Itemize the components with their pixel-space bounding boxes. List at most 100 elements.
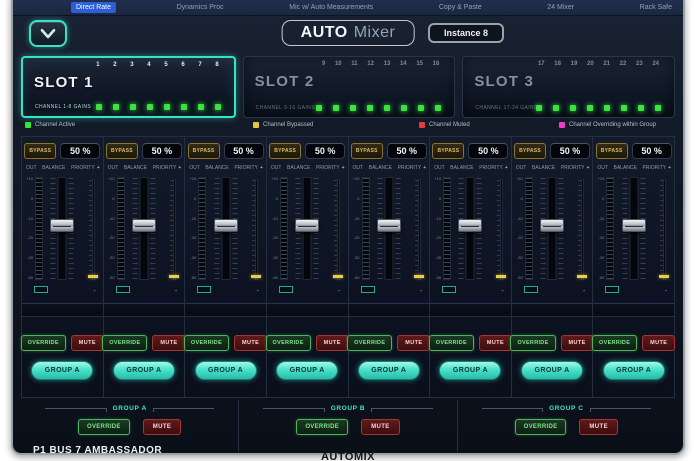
instance-button[interactable]: Instance 8 — [428, 23, 504, 43]
group-mute-button[interactable]: MUTE — [361, 419, 400, 435]
bypass-button[interactable]: BYPASS — [24, 143, 56, 159]
meter-scale-label: -10 — [594, 217, 604, 221]
slot-panel[interactable]: 17 18 19 20 21 22 23 24 SLOT 3 CHANNEL 1… — [462, 56, 675, 118]
priority-slider-handle[interactable] — [414, 275, 424, 278]
priority-slider-handle[interactable] — [88, 275, 98, 278]
fader-area: +10 0 -10 -20 -30 -50 - — [349, 174, 430, 294]
priority-slider-track[interactable] — [255, 179, 258, 280]
out-level-meter — [35, 177, 43, 280]
top-menu-bar: Direct Rate Dynamics Proc Mic w/ Auto Me… — [13, 0, 683, 16]
bypass-button[interactable]: BYPASS — [432, 143, 464, 159]
priority-slider-track[interactable] — [581, 179, 584, 280]
collapse-button[interactable] — [29, 20, 67, 47]
meter-scale-label: +10 — [268, 177, 278, 181]
gain-value-display[interactable]: 50 % — [142, 143, 182, 159]
override-button[interactable]: OVERRIDE — [21, 335, 66, 351]
gain-value-display[interactable]: 50 % — [550, 143, 590, 159]
priority-slider-track[interactable] — [418, 179, 421, 280]
group-assign-button[interactable]: GROUP A — [439, 361, 501, 380]
legend-label: Channel Bypassed — [263, 122, 313, 128]
out-level-meter — [198, 177, 206, 280]
menu-item[interactable]: 24 Mixer — [542, 2, 579, 13]
priority-slider-track[interactable] — [173, 179, 176, 280]
mute-button[interactable]: MUTE — [316, 335, 349, 351]
group-assign-button[interactable]: GROUP A — [31, 361, 93, 380]
mute-button[interactable]: MUTE — [479, 335, 512, 351]
group-assign-button[interactable]: GROUP A — [358, 361, 420, 380]
mute-button[interactable]: MUTE — [152, 335, 185, 351]
group-buttons-row: OVERRIDE MUTE — [239, 419, 456, 435]
priority-slider-handle[interactable] — [659, 275, 669, 278]
bypass-button[interactable]: BYPASS — [514, 143, 546, 159]
mute-button[interactable]: MUTE — [561, 335, 594, 351]
menu-item[interactable]: Mic w/ Auto Measurements — [284, 2, 378, 13]
balance-fader-handle[interactable] — [50, 219, 74, 232]
legend-color-swatch — [25, 122, 31, 128]
channel-led — [350, 105, 356, 111]
slot-panel[interactable]: 9 10 11 12 13 14 15 16 SLOT 2 CHANNEL 9-… — [243, 56, 456, 118]
meter-readout — [116, 286, 130, 293]
balance-fader-handle[interactable] — [540, 219, 564, 232]
gain-value-display[interactable]: 50 % — [468, 143, 508, 159]
slot-panel[interactable]: 1 2 3 4 5 6 7 8 SLOT 1 CHANNEL 1-8 GAINS — [21, 56, 236, 118]
override-button[interactable]: OVERRIDE — [510, 335, 555, 351]
menu-item[interactable]: Copy & Paste — [434, 2, 487, 13]
channel-led — [418, 105, 424, 111]
balance-fader-handle[interactable] — [132, 219, 156, 232]
override-mute-row: OVERRIDE MUTE — [22, 335, 103, 351]
gain-value-display[interactable]: 50 % — [632, 143, 672, 159]
priority-slider-handle[interactable] — [333, 275, 343, 278]
bypass-button[interactable]: BYPASS — [106, 143, 138, 159]
balance-fader-handle[interactable] — [214, 219, 238, 232]
app-title-light: Mixer — [354, 24, 396, 42]
bypass-button[interactable]: BYPASS — [351, 143, 383, 159]
bypass-button[interactable]: BYPASS — [596, 143, 628, 159]
gain-value-display[interactable]: 50 % — [224, 143, 264, 159]
override-button[interactable]: OVERRIDE — [592, 335, 637, 351]
priority-slider-handle[interactable] — [577, 275, 587, 278]
group-assign-button[interactable]: GROUP A — [276, 361, 338, 380]
override-button[interactable]: OVERRIDE — [266, 335, 311, 351]
priority-label-wrap: PRIORITY + — [479, 165, 508, 171]
balance-label: BALANCE — [532, 165, 555, 171]
mute-button[interactable]: MUTE — [234, 335, 267, 351]
mute-button[interactable]: MUTE — [642, 335, 675, 351]
balance-label: BALANCE — [450, 165, 473, 171]
mute-button[interactable]: MUTE — [71, 335, 104, 351]
group-assign-button[interactable]: GROUP A — [603, 361, 665, 380]
balance-fader-handle[interactable] — [295, 219, 319, 232]
group-assign-button[interactable]: GROUP A — [521, 361, 583, 380]
group-mute-button[interactable]: MUTE — [143, 419, 182, 435]
menu-item[interactable]: Direct Rate — [71, 2, 116, 13]
priority-slider-handle[interactable] — [251, 275, 261, 278]
group-mute-button[interactable]: MUTE — [579, 419, 618, 435]
group-override-button[interactable]: OVERRIDE — [515, 419, 567, 435]
balance-fader-handle[interactable] — [458, 219, 482, 232]
priority-slider-track[interactable] — [663, 179, 666, 280]
override-button[interactable]: OVERRIDE — [429, 335, 474, 351]
bypass-button[interactable]: BYPASS — [269, 143, 301, 159]
fader-labels: OUT BALANCE PRIORITY + — [516, 165, 590, 171]
bypass-button[interactable]: BYPASS — [188, 143, 220, 159]
group-override-button[interactable]: OVERRIDE — [296, 419, 348, 435]
priority-slider-track[interactable] — [500, 179, 503, 280]
group-assign-button[interactable]: GROUP A — [195, 361, 257, 380]
gain-value-display[interactable]: 50 % — [387, 143, 427, 159]
menu-item[interactable]: Rack Safe — [635, 2, 677, 13]
override-button[interactable]: OVERRIDE — [184, 335, 229, 351]
balance-fader-handle[interactable] — [622, 219, 646, 232]
priority-label: PRIORITY — [71, 165, 95, 171]
balance-fader-handle[interactable] — [377, 219, 401, 232]
group-assign-button[interactable]: GROUP A — [113, 361, 175, 380]
override-button[interactable]: OVERRIDE — [102, 335, 147, 351]
priority-slider-handle[interactable] — [496, 275, 506, 278]
priority-slider-handle[interactable] — [169, 275, 179, 278]
mute-button[interactable]: MUTE — [397, 335, 430, 351]
group-override-button[interactable]: OVERRIDE — [78, 419, 130, 435]
gain-value-display[interactable]: 50 % — [305, 143, 345, 159]
override-button[interactable]: OVERRIDE — [347, 335, 392, 351]
priority-slider-track[interactable] — [337, 179, 340, 280]
priority-slider-track[interactable] — [92, 179, 95, 280]
menu-item[interactable]: Dynamics Proc — [172, 2, 229, 13]
gain-value-display[interactable]: 50 % — [60, 143, 100, 159]
